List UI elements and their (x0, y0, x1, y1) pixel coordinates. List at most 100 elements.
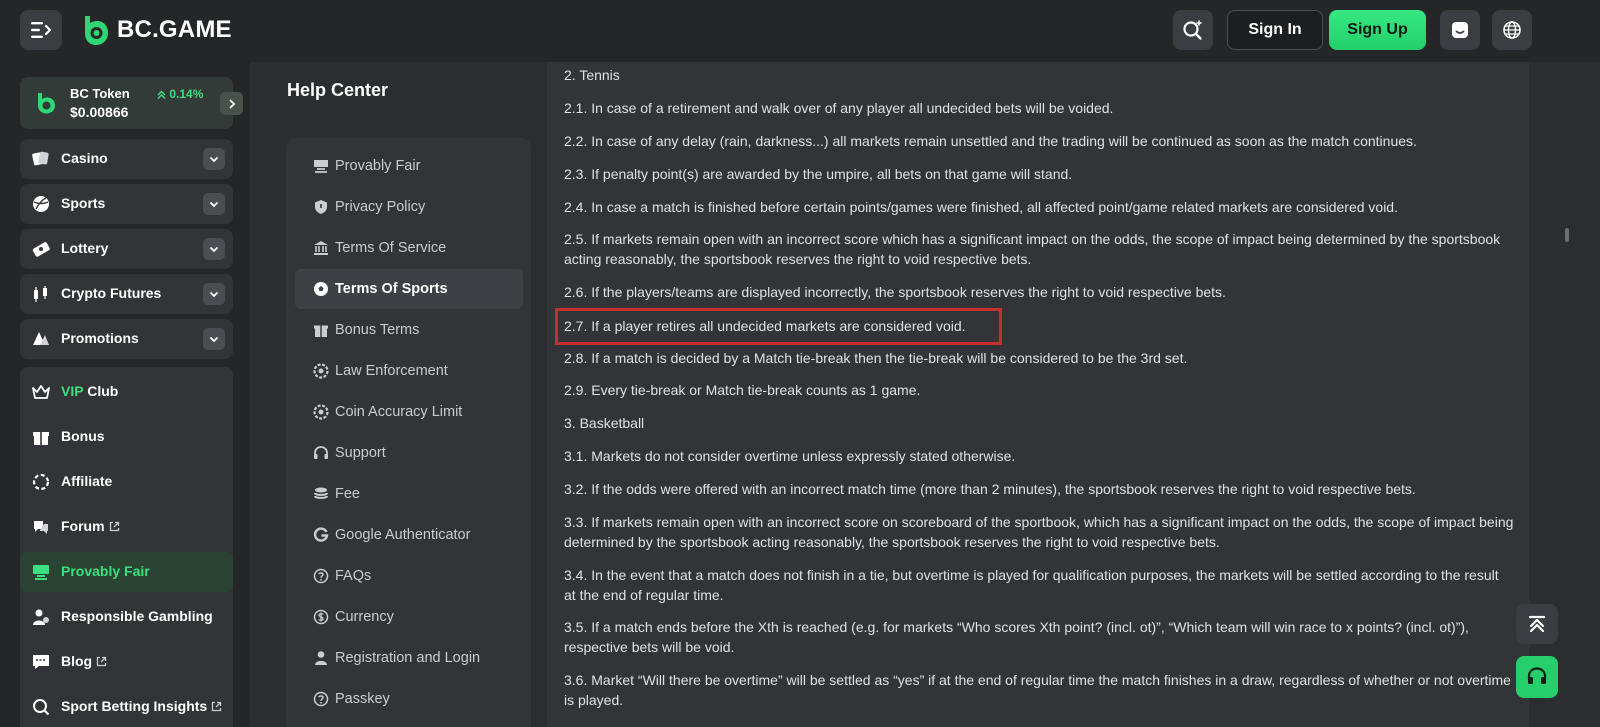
help-menu-item-terms-of-sports[interactable]: Terms Of Sports (295, 269, 523, 309)
external-link-icon (109, 521, 119, 532)
help-menu-label: Terms Of Sports (335, 281, 448, 297)
nav-group-promotions[interactable]: Promotions (20, 319, 233, 359)
help-menu-label: FAQs (335, 568, 372, 584)
nav-group-lottery[interactable]: Lottery (20, 229, 233, 269)
help-menu-item-provably-fair[interactable]: Provably Fair (295, 146, 523, 186)
help-menu-label: Google Authenticator (335, 527, 471, 543)
bc-logo-icon (85, 16, 108, 45)
help-menu-item-coin-accuracy-limit[interactable]: Coin Accuracy Limit (295, 392, 523, 432)
help-menu-label: Currency (335, 609, 394, 625)
affiliate-icon (32, 473, 50, 491)
nav-group-crypto-futures[interactable]: Crypto Futures (20, 274, 233, 314)
help-menu-item-privacy-policy[interactable]: Privacy Policy (295, 187, 523, 227)
help-menu-item-currency[interactable]: Currency (295, 597, 523, 637)
token-name: BC Token (70, 86, 130, 101)
menu-toggle-button[interactable] (20, 10, 62, 50)
help-menu-label: Support (335, 445, 386, 461)
help-menu-label: Bonus Terms (335, 322, 420, 338)
rule-paragraph: 3.6. Market “Will there be overtime” wil… (564, 672, 1511, 708)
search-button[interactable] (1173, 10, 1213, 50)
scrollbar[interactable] (1565, 228, 1569, 242)
sidebar-nav-list: VIP Club Bonus Affiliate Forum Provably … (20, 367, 233, 727)
help-menu-item-terms-of-service[interactable]: Terms Of Service (295, 228, 523, 268)
brand-logo[interactable]: BC.GAME (82, 14, 232, 46)
globe-icon (1503, 21, 1521, 39)
headset-icon (314, 446, 328, 459)
bc-token-card[interactable]: BC Token 0.14% $0.00866 (20, 77, 243, 129)
bank-icon (314, 241, 328, 255)
help-menu-label: Law Enforcement (335, 363, 448, 379)
sidebar-item-forum[interactable]: Forum (20, 507, 233, 547)
live-support-button[interactable] (1516, 656, 1558, 698)
sidebar-item-responsible-gambling[interactable]: Responsible Gambling (20, 597, 233, 637)
sports-ball-icon (33, 196, 49, 212)
rule-paragraph: 3.3. If markets remain open with an inco… (564, 514, 1514, 550)
help-menu-label: Passkey (335, 691, 390, 707)
help-menu-item-support[interactable]: Support (295, 433, 523, 473)
chat-button[interactable] (1440, 10, 1480, 50)
sidebar-item-affiliate[interactable]: Affiliate (20, 462, 233, 502)
search-icon (1183, 20, 1202, 40)
double-chevron-up-icon (157, 89, 166, 99)
logo-text: BC.GAME (117, 16, 232, 43)
expand-button[interactable] (203, 238, 225, 260)
expand-button[interactable] (203, 148, 225, 170)
external-link-icon (212, 701, 222, 712)
crown-icon (32, 385, 50, 399)
forum-icon (34, 521, 48, 534)
sidebar-item-label: Affiliate (61, 473, 113, 489)
expand-button[interactable] (203, 283, 225, 305)
expand-button[interactable] (203, 193, 225, 215)
gift-icon (33, 432, 49, 445)
chevron-down-icon (209, 201, 219, 207)
rule-paragraph: 2.4. In case a match is finished before … (564, 199, 1398, 215)
rule-paragraph: 3.4. In the event that a match does not … (564, 567, 1499, 603)
chevron-down-icon (209, 246, 219, 252)
help-menu-item-law-enforcement[interactable]: Law Enforcement (295, 351, 523, 391)
help-menu-item-google-authenticator[interactable]: Google Authenticator (295, 515, 523, 555)
sidebar-item-provably-fair[interactable]: Provably Fair (20, 552, 233, 592)
help-menu-item-bonus-terms[interactable]: Bonus Terms (295, 310, 523, 350)
sidebar-item-blog[interactable]: Blog (20, 642, 233, 682)
help-menu-item-faqs[interactable]: FAQs (295, 556, 523, 596)
insights-label: Sport Betting Insights (61, 698, 208, 714)
help-menu-item-fee[interactable]: Fee (295, 474, 523, 514)
nav-group-sports[interactable]: Sports (20, 184, 233, 224)
provably-fair-icon (314, 160, 328, 173)
help-menu-label: Coin Accuracy Limit (335, 404, 463, 420)
rule-paragraph: 2.3. If penalty point(s) are awarded by … (564, 166, 1073, 182)
sidebar-item-bonus[interactable]: Bonus (20, 417, 233, 457)
page-title: Help Center (287, 80, 389, 100)
help-menu-item-registration-and-login[interactable]: Registration and Login (295, 638, 523, 678)
expand-button[interactable] (203, 328, 225, 350)
top-bar: BC.GAME Sign In Sign Up (0, 0, 1600, 62)
section-heading-basketball: 3. Basketball (564, 415, 645, 431)
sidebar-item-vip-club[interactable]: VIP Club (20, 372, 233, 412)
club-label: Club (87, 383, 119, 399)
back-to-top-button[interactable] (1516, 604, 1558, 644)
token-details-button[interactable] (220, 92, 243, 115)
rule-paragraph: 3.2. If the odds were offered with an in… (564, 481, 1416, 497)
section-heading-tennis: 2. Tennis (564, 67, 620, 83)
candlestick-icon (34, 286, 47, 302)
rule-paragraph: 2.8. If a match is decided by a Match ti… (564, 350, 1188, 366)
help-center-menu: Provably Fair Privacy Policy Terms Of Se… (286, 138, 531, 727)
bc-token-icon (38, 93, 55, 114)
help-menu-label: Provably Fair (335, 158, 421, 174)
nav-group-label: Casino (61, 150, 108, 166)
responsible-gambling-icon (33, 609, 49, 625)
rule-paragraph: 2.6. If the players/teams are displayed … (564, 284, 1226, 300)
sidebar-item-sport-betting-insights[interactable]: Sport Betting Insights (20, 687, 233, 727)
sidebar-item-label: Provably Fair (61, 563, 150, 579)
question-icon (313, 568, 329, 584)
language-button[interactable] (1492, 10, 1532, 50)
sidebar: BC Token 0.14% $0.00866 Casino Sports Lo… (0, 62, 250, 727)
sign-up-button[interactable]: Sign Up (1329, 10, 1426, 50)
token-change: 0.14% (157, 87, 203, 101)
sign-in-button[interactable]: Sign In (1227, 10, 1323, 50)
highlight-annotation (555, 308, 1002, 345)
nav-group-casino[interactable]: Casino (20, 139, 233, 179)
nav-group-label: Lottery (61, 240, 109, 256)
token-change-value: 0.14% (169, 87, 204, 101)
help-menu-item-passkey[interactable]: Passkey (295, 679, 523, 719)
